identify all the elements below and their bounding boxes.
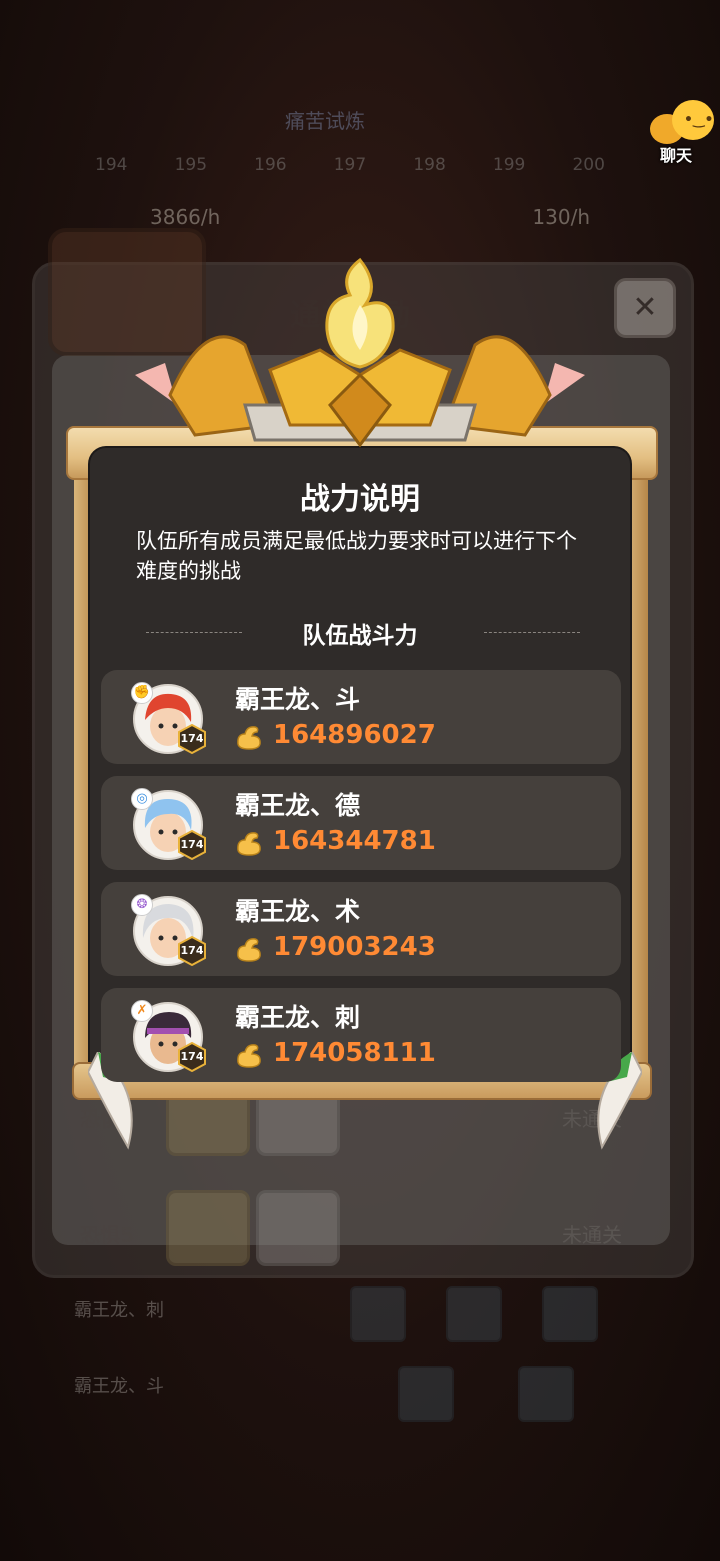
progress-node: 194 (95, 155, 128, 175)
reward-item[interactable] (166, 1190, 250, 1266)
hero-name: 霸王龙、术 (235, 897, 361, 926)
muscle-power-icon (237, 938, 261, 962)
level-badge: 174 (177, 724, 207, 754)
hero-power: 164344781 (273, 826, 436, 856)
progress-node: 197 (333, 155, 367, 175)
dialog-description: 队伍所有成员满足最低战力要求时可以进行下个难度的挑战 (136, 529, 577, 583)
team-member-row: ✗ 174 霸王龙、刺 174058111 (101, 988, 621, 1082)
hero-avatar[interactable]: ✗ 174 (131, 1000, 206, 1072)
team-power-heading: 队伍战斗力 (302, 623, 418, 649)
close-button[interactable]: ✕ (614, 278, 676, 338)
team-member-entry: 霸王龙、斗 (74, 1376, 164, 1397)
level-badge: 174 (177, 1042, 207, 1072)
level-badge: 174 (177, 830, 207, 860)
stage-progress-bar: 194 195 196 197 198 199 200 (95, 155, 605, 181)
game-screen: 痛苦试炼 194 195 196 197 198 199 200 3866/h … (0, 0, 720, 1561)
hero-power: 179003243 (273, 932, 436, 962)
divider (484, 632, 580, 633)
hero-thumbnail (518, 1366, 574, 1422)
location-label: 痛苦试炼 (285, 109, 365, 133)
muscle-power-icon (237, 1044, 261, 1068)
magic-class-icon: ❂ (131, 894, 153, 916)
chat-label: 聊天 (660, 146, 693, 165)
hero-avatar[interactable]: ❂ 174 (131, 894, 206, 966)
progress-node: 200 (572, 155, 605, 175)
level-badge: 174 (177, 936, 207, 966)
gem-rate: 130/h (532, 205, 590, 229)
hero-thumbnail (398, 1366, 454, 1422)
muscle-power-icon (237, 832, 261, 856)
reward-item[interactable] (256, 1190, 340, 1266)
hero-power: 174058111 (273, 1038, 436, 1068)
swirl-class-icon: ◎ (131, 788, 153, 810)
fist-class-icon: ✊ (131, 682, 153, 704)
difficulty-label: 恐惧5 (80, 1223, 134, 1247)
clear-status: 未通关 (562, 1223, 622, 1247)
hero-name: 霸王龙、刺 (235, 1003, 361, 1032)
progress-node: 196 (254, 155, 287, 175)
progress-node: 198 (413, 155, 446, 175)
crown-ornament-icon (135, 257, 585, 448)
gold-rate: 3866/h (150, 205, 221, 229)
hero-avatar[interactable]: ◎ 174 (131, 788, 206, 860)
resource-rates: 3866/h 130/h (150, 205, 590, 229)
hero-thumbnail (446, 1286, 502, 1342)
hero-power: 164896027 (273, 720, 436, 750)
muscle-power-icon (237, 726, 261, 750)
progress-node: 195 (174, 155, 208, 175)
dialog-title: 战力说明 (300, 482, 420, 517)
team-member-entry: 霸王龙、刺 (74, 1300, 164, 1321)
blade-class-icon: ✗ (131, 1000, 153, 1022)
hero-thumbnail (350, 1286, 406, 1342)
hero-name: 霸王龙、德 (235, 791, 361, 820)
hero-name: 霸王龙、斗 (235, 685, 361, 714)
team-member-row: ✊ 174 霸王龙、斗 164896027 (101, 670, 621, 764)
hero-thumbnail (542, 1286, 598, 1342)
chat-button[interactable]: •‿• 聊天 (646, 98, 716, 170)
progress-node: 199 (492, 155, 526, 175)
team-member-row: ❂ 174 霸王龙、术 179003243 (101, 882, 621, 976)
team-member-row: ◎ 174 霸王龙、德 164344781 (101, 776, 621, 870)
hero-avatar[interactable]: ✊ 174 (131, 682, 206, 754)
